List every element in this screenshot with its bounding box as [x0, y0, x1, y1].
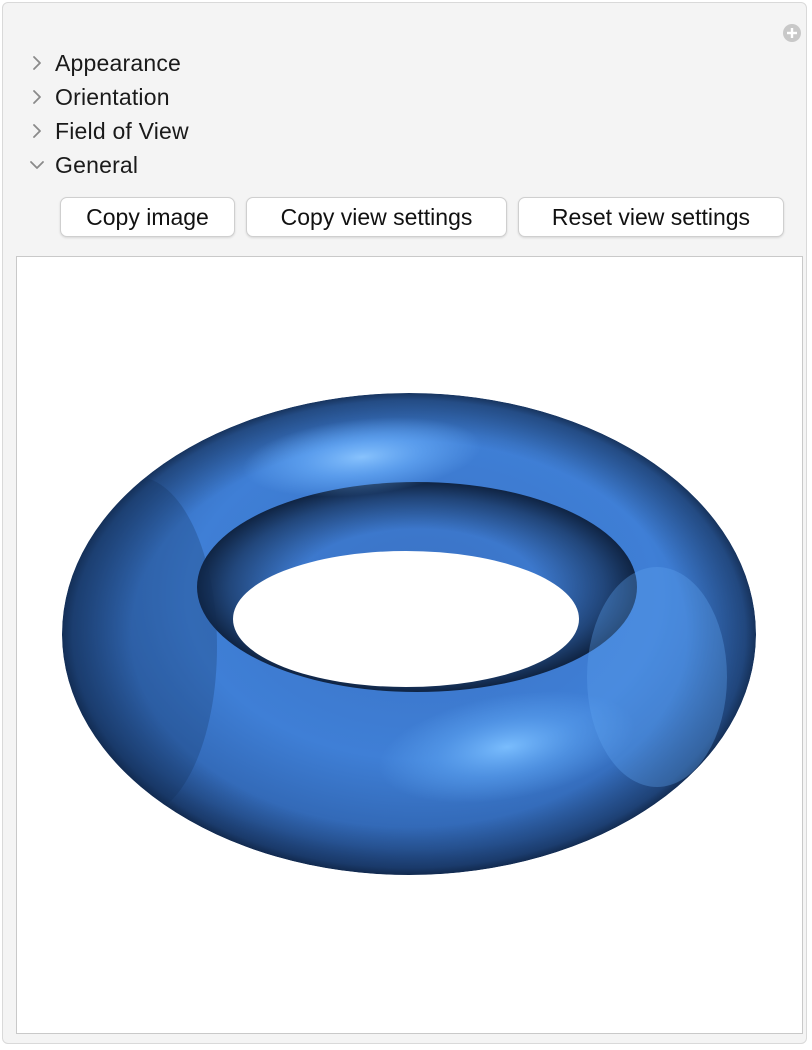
chevron-down-icon	[30, 161, 44, 169]
section-label-general: General	[55, 151, 139, 178]
copy-image-button[interactable]: Copy image	[60, 197, 235, 237]
section-label-field-of-view: Field of View	[55, 117, 189, 144]
add-panel-button[interactable]	[781, 22, 803, 44]
section-label-orientation: Orientation	[55, 83, 170, 110]
settings-sections: Appearance Orientation Field of View Gen…	[27, 46, 427, 182]
section-appearance[interactable]: Appearance	[27, 46, 427, 80]
plus-circle-icon	[783, 24, 801, 42]
reset-view-settings-button[interactable]: Reset view settings	[518, 197, 784, 237]
chevron-right-icon	[33, 90, 41, 104]
copy-view-settings-button[interactable]: Copy view settings	[246, 197, 507, 237]
section-label-appearance: Appearance	[55, 49, 182, 76]
section-field-of-view[interactable]: Field of View	[27, 114, 427, 148]
3d-viewport[interactable]	[16, 256, 803, 1034]
view-settings-panel: Appearance Orientation Field of View Gen…	[2, 2, 807, 1044]
chevron-right-icon	[33, 56, 41, 70]
chevron-right-icon	[33, 124, 41, 138]
torus-render	[57, 393, 756, 875]
section-general[interactable]: General	[27, 148, 427, 182]
section-orientation[interactable]: Orientation	[27, 80, 427, 114]
